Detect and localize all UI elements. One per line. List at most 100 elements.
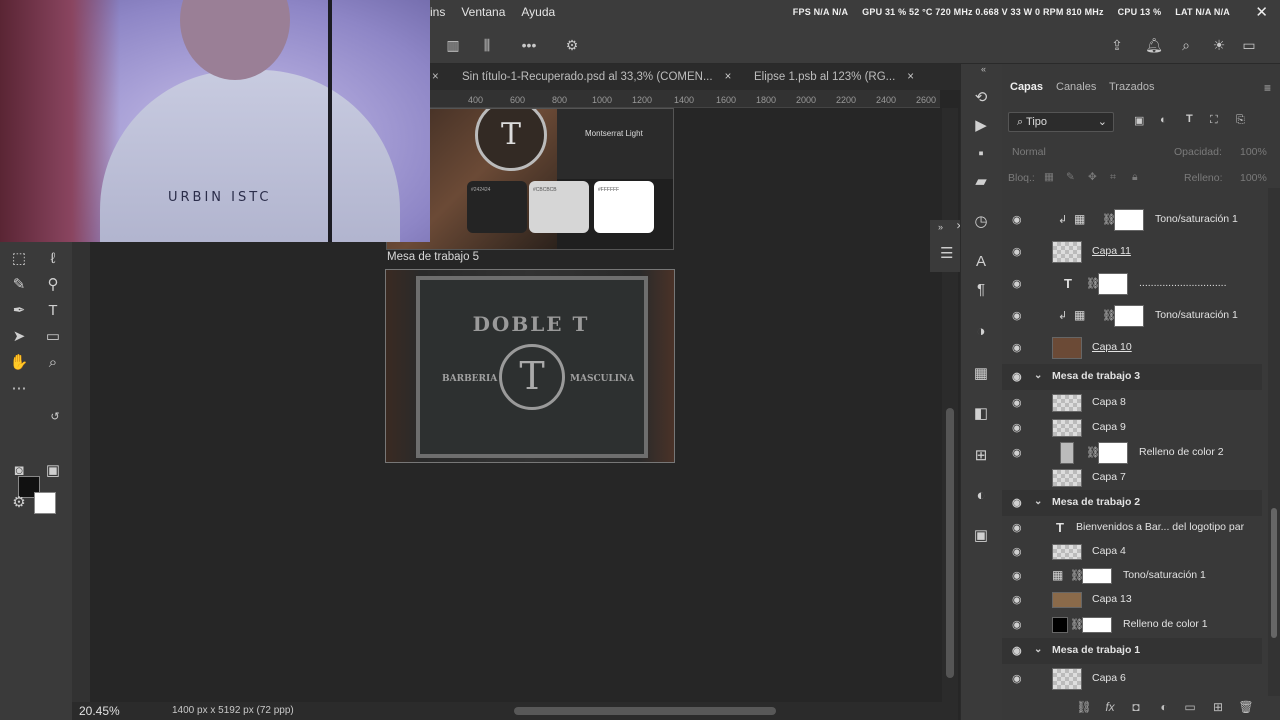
layer-name[interactable]: Capa 7 — [1092, 471, 1126, 483]
eye-icon[interactable]: ◉ — [1012, 497, 1024, 509]
eye-icon[interactable]: ◉ — [1012, 522, 1024, 534]
gradient-icon[interactable]: ◧ — [971, 404, 991, 424]
eye-icon[interactable]: ◉ — [1012, 371, 1024, 383]
canvas-vertical-scrollbar[interactable] — [942, 108, 958, 702]
document-info[interactable]: 1400 px x 5192 px (72 ppp) — [172, 705, 294, 716]
ruler-vertical[interactable] — [72, 242, 90, 702]
layer-mask-thumb[interactable] — [1098, 442, 1128, 464]
marquee-tool-icon[interactable]: ⬚ — [8, 248, 30, 270]
layer-mask-thumb[interactable] — [1082, 617, 1112, 633]
comment-icon[interactable]: ▰ — [971, 172, 991, 192]
styles-icon[interactable]: ◐ — [971, 486, 991, 506]
share-icon[interactable]: ⇪ — [1108, 36, 1126, 54]
scroll-thumb[interactable] — [1271, 508, 1277, 638]
eye-icon[interactable]: ◉ — [1012, 278, 1024, 290]
background-color[interactable] — [34, 492, 56, 514]
close-icon[interactable]: ✕ — [1255, 3, 1268, 21]
lock-move-icon[interactable]: ✥ — [1088, 171, 1097, 183]
stamp-tool-icon[interactable]: ⚲ — [42, 274, 64, 296]
expand-icon[interactable]: » — [938, 222, 943, 232]
eye-icon[interactable]: ◉ — [1012, 310, 1024, 322]
filter-kind-select[interactable]: ⌕ Tipo ⌄ — [1008, 112, 1114, 132]
zoom-level[interactable]: 20.45% — [79, 704, 120, 718]
tab-canales[interactable]: Canales — [1056, 81, 1096, 93]
eye-icon[interactable]: ◉ — [1012, 546, 1024, 558]
tab-trazados[interactable]: Trazados — [1109, 81, 1154, 93]
zoom-tool-icon[interactable]: ⌕ — [42, 352, 64, 374]
libraries-icon[interactable]: ▣ — [971, 526, 991, 546]
layer-row[interactable]: ◉ Capa 9 — [1002, 416, 1262, 440]
layer-row[interactable]: ◉ T ⛓ .............................. — [1002, 268, 1262, 300]
rectangle-tool-icon[interactable]: ▭ — [42, 326, 64, 348]
layer-row[interactable]: ◉ Capa 8 — [1002, 390, 1262, 416]
eye-icon[interactable]: ◉ — [1012, 594, 1024, 606]
eye-icon[interactable]: ◉ — [1012, 246, 1024, 258]
workspace-icon[interactable]: ▭ — [1240, 36, 1258, 54]
eye-icon[interactable]: ◉ — [1012, 570, 1024, 582]
layer-mask-thumb[interactable] — [1098, 273, 1128, 295]
layer-name[interactable]: Capa 11 — [1092, 245, 1131, 257]
layer-row[interactable]: ◉ ▦ ⛓ Tono/saturación 1 — [1002, 564, 1262, 588]
lock-paint-icon[interactable]: ✎ — [1066, 171, 1075, 183]
eye-icon[interactable]: ◉ — [1012, 422, 1024, 434]
eye-hidden-icon[interactable]: ◉ — [1012, 472, 1024, 484]
new-layer-icon[interactable]: ⊞ — [1210, 700, 1226, 716]
paint-icon[interactable]: ▪ — [971, 144, 991, 164]
layer-row[interactable]: ◉ Capa 6 — [1002, 664, 1262, 694]
eye-icon[interactable]: ◉ — [1012, 447, 1024, 459]
layer-row[interactable]: ◉ ↲ ▦ ⛓ Tono/saturación 1 — [1002, 204, 1262, 236]
opacity-value[interactable]: 100% — [1240, 146, 1267, 158]
layer-name[interactable]: Bienvenidos a Bar... del logotipo par — [1076, 521, 1244, 533]
link-layers-icon[interactable]: ⛓ — [1076, 700, 1092, 716]
layer-name[interactable]: Tono/saturación 1 — [1155, 213, 1238, 225]
layer-name[interactable]: Capa 8 — [1092, 396, 1126, 408]
eye-icon[interactable]: ◉ — [1012, 214, 1024, 226]
lock-all-icon[interactable]: 🔒︎ — [1132, 171, 1138, 184]
screen-mode-icon[interactable]: ▣ — [42, 460, 64, 482]
layer-row[interactable]: ◉ ⛓ Relleno de color 2 — [1002, 440, 1262, 466]
layer-row[interactable]: ◉ Capa 13 — [1002, 588, 1262, 612]
layer-group[interactable]: ◉ ⌄ Mesa de trabajo 3 — [1002, 364, 1262, 390]
character-icon[interactable]: A — [971, 252, 991, 272]
layer-group[interactable]: ◉ ⌄ Mesa de trabajo 2 — [1002, 490, 1262, 516]
layer-name[interactable]: Capa 4 — [1092, 545, 1126, 557]
bell-icon[interactable]: 🔔︎ — [1145, 36, 1163, 54]
adjustments-icon[interactable]: ☰ — [940, 244, 953, 262]
new-adjustment-icon[interactable]: ◐ — [1156, 700, 1172, 716]
swatches-icon[interactable]: ▦ — [971, 364, 991, 384]
layers-scrollbar[interactable] — [1268, 188, 1280, 696]
patterns-icon[interactable]: ⊞ — [971, 446, 991, 466]
distribute-icon[interactable]: ⫼ — [478, 36, 496, 54]
menu-ayuda[interactable]: Ayuda — [521, 5, 555, 19]
layer-row[interactable]: ◉ Capa 4 — [1002, 540, 1262, 564]
fx-icon[interactable]: fx — [1102, 700, 1118, 716]
hand-tool-icon[interactable]: ✋ — [8, 352, 30, 374]
gear-icon[interactable]: ⚙ — [563, 36, 581, 54]
layer-mask-thumb[interactable] — [1114, 305, 1144, 327]
tab-capas[interactable]: Capas — [1010, 81, 1043, 93]
layer-name[interactable]: Capa 13 — [1092, 593, 1132, 605]
layer-row[interactable]: ◉ Capa 7 — [1002, 466, 1262, 490]
lightbulb-icon[interactable]: ☀ — [1210, 36, 1228, 54]
eye-icon[interactable]: ◉ — [1012, 619, 1024, 631]
layer-name[interactable]: Tono/saturación 1 — [1123, 569, 1206, 581]
color-wheel-icon[interactable]: ◑ — [971, 322, 991, 342]
chevron-down-icon[interactable]: ⌄ — [1034, 370, 1042, 381]
scroll-thumb[interactable] — [946, 408, 954, 678]
lock-pixels-icon[interactable]: ▦ — [1044, 171, 1054, 183]
lasso-tool-icon[interactable]: ℓ — [42, 248, 64, 270]
filter-pixel-icon[interactable]: ▣ — [1134, 114, 1144, 127]
history-icon[interactable]: ◷ — [971, 212, 991, 232]
filter-adjustment-icon[interactable]: ◐ — [1160, 114, 1167, 126]
layer-name[interactable]: Capa 10 — [1092, 341, 1132, 353]
chevron-down-icon[interactable]: ⌄ — [1034, 644, 1042, 655]
layer-group[interactable]: ◉ ⌄ Mesa de trabajo 1 — [1002, 638, 1262, 664]
swap-colors-icon[interactable]: ↺ — [44, 406, 66, 428]
layer-row[interactable]: ◉ Capa 10 — [1002, 332, 1262, 364]
layer-name[interactable]: Relleno de color 2 — [1139, 446, 1224, 458]
eye-icon[interactable]: ◉ — [1012, 645, 1024, 657]
more-options-icon[interactable]: ••• — [520, 36, 538, 54]
panel-menu-icon[interactable]: ≡ — [1264, 81, 1271, 95]
more-tools-icon[interactable]: ⋯ — [8, 378, 30, 400]
add-mask-icon[interactable]: ◘ — [1128, 700, 1144, 716]
